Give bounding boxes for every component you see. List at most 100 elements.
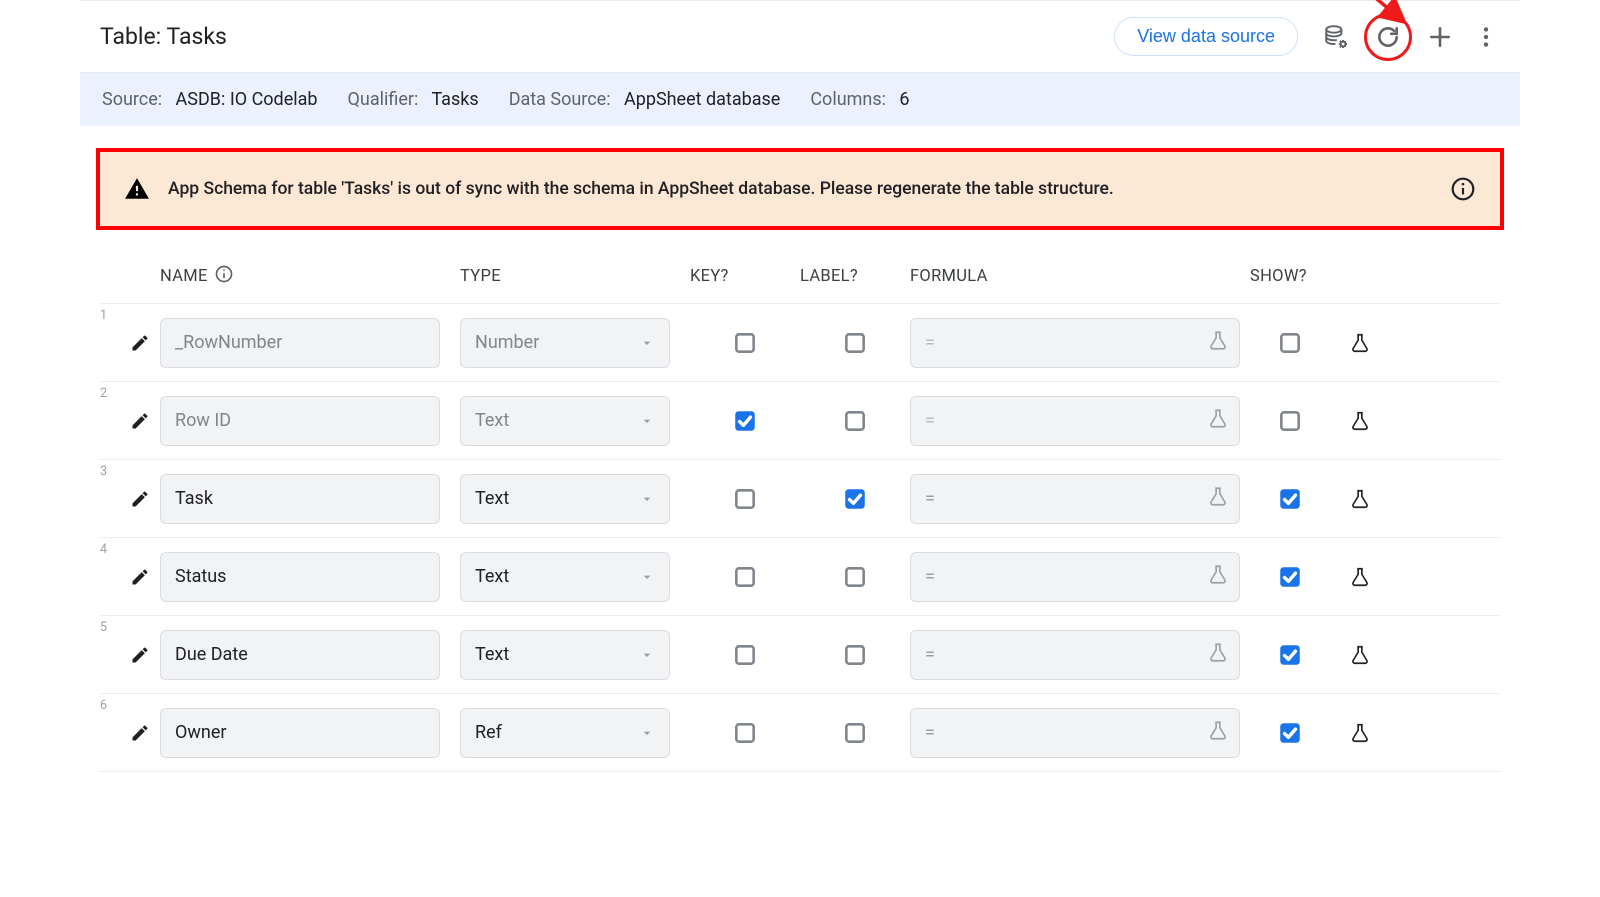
- qualifier-value: Tasks: [431, 89, 478, 110]
- formula-input[interactable]: =: [910, 318, 1240, 368]
- edit-row-button[interactable]: [120, 333, 160, 353]
- flask-icon[interactable]: [1207, 485, 1229, 512]
- key-checkbox[interactable]: [690, 642, 800, 668]
- show-flask-button[interactable]: [1330, 644, 1390, 666]
- source-label: Source:: [102, 89, 162, 110]
- table-row: 4 Status Text =: [100, 538, 1500, 616]
- formula-input[interactable]: =: [910, 630, 1240, 680]
- view-data-source-button[interactable]: View data source: [1114, 17, 1298, 56]
- edit-row-button[interactable]: [120, 723, 160, 743]
- show-flask-button[interactable]: [1330, 332, 1390, 354]
- show-flask-button[interactable]: [1330, 488, 1390, 510]
- table-info-strip: Source: ASDB: IO Codelab Qualifier: Task…: [80, 73, 1520, 126]
- columns-header-row: NAME TYPE KEY? LABEL? FORMULA SHOW?: [100, 246, 1500, 304]
- row-number: 3: [100, 464, 120, 479]
- chevron-down-icon: [639, 413, 655, 429]
- chevron-down-icon: [639, 725, 655, 741]
- edit-row-button[interactable]: [120, 645, 160, 665]
- show-flask-button[interactable]: [1330, 410, 1390, 432]
- info-icon[interactable]: [1450, 176, 1476, 202]
- chevron-down-icon: [639, 491, 655, 507]
- label-checkbox[interactable]: [800, 720, 910, 746]
- flask-icon[interactable]: [1207, 563, 1229, 590]
- header-name: NAME: [160, 267, 208, 286]
- header-key: KEY?: [690, 267, 800, 286]
- header-type: TYPE: [460, 267, 690, 286]
- flask-icon[interactable]: [1207, 719, 1229, 746]
- schema-out-of-sync-warning: App Schema for table 'Tasks' is out of s…: [96, 148, 1504, 230]
- name-help-icon[interactable]: [214, 264, 234, 289]
- label-checkbox[interactable]: [800, 330, 910, 356]
- header-show: SHOW?: [1250, 267, 1330, 286]
- show-flask-button[interactable]: [1330, 722, 1390, 744]
- key-checkbox[interactable]: [690, 408, 800, 434]
- label-checkbox[interactable]: [800, 486, 910, 512]
- refresh-highlight-circle: [1364, 13, 1412, 61]
- columns-count-value: 6: [899, 89, 909, 110]
- show-flask-button[interactable]: [1330, 566, 1390, 588]
- table-row: 5 Due Date Text =: [100, 616, 1500, 694]
- header-formula: FORMULA: [910, 267, 1250, 286]
- chevron-down-icon: [639, 647, 655, 663]
- column-type-select[interactable]: Text: [460, 474, 670, 524]
- row-number: 4: [100, 542, 120, 557]
- table-row: 6 Owner Ref =: [100, 694, 1500, 772]
- qualifier-label: Qualifier:: [348, 89, 419, 110]
- edit-row-button[interactable]: [120, 489, 160, 509]
- row-number: 6: [100, 698, 120, 713]
- label-checkbox[interactable]: [800, 564, 910, 590]
- table-row: 2 Row ID Text =: [100, 382, 1500, 460]
- add-icon[interactable]: [1426, 23, 1454, 51]
- column-type-select[interactable]: Number: [460, 318, 670, 368]
- header-label: LABEL?: [800, 267, 910, 286]
- edit-row-button[interactable]: [120, 567, 160, 587]
- table-row: 1 _RowNumber Number =: [100, 304, 1500, 382]
- formula-input[interactable]: =: [910, 474, 1240, 524]
- key-checkbox[interactable]: [690, 720, 800, 746]
- column-name-input[interactable]: _RowNumber: [160, 318, 440, 368]
- row-number: 5: [100, 620, 120, 635]
- more-vert-icon[interactable]: [1472, 23, 1500, 51]
- formula-input[interactable]: =: [910, 396, 1240, 446]
- flask-icon[interactable]: [1207, 329, 1229, 356]
- edit-row-button[interactable]: [120, 411, 160, 431]
- flask-icon[interactable]: [1207, 641, 1229, 668]
- show-checkbox[interactable]: [1250, 564, 1330, 590]
- column-name-input[interactable]: Status: [160, 552, 440, 602]
- show-checkbox[interactable]: [1250, 486, 1330, 512]
- label-checkbox[interactable]: [800, 408, 910, 434]
- warning-message: App Schema for table 'Tasks' is out of s…: [168, 179, 1432, 199]
- show-checkbox[interactable]: [1250, 720, 1330, 746]
- source-value: ASDB: IO Codelab: [176, 89, 318, 110]
- key-checkbox[interactable]: [690, 564, 800, 590]
- column-name-input[interactable]: Due Date: [160, 630, 440, 680]
- column-name-input[interactable]: Owner: [160, 708, 440, 758]
- column-type-select[interactable]: Ref: [460, 708, 670, 758]
- formula-input[interactable]: =: [910, 552, 1240, 602]
- warning-icon: [124, 176, 150, 202]
- database-settings-icon[interactable]: [1322, 23, 1350, 51]
- show-checkbox[interactable]: [1250, 330, 1330, 356]
- show-checkbox[interactable]: [1250, 642, 1330, 668]
- row-number: 1: [100, 308, 120, 323]
- chevron-down-icon: [639, 335, 655, 351]
- row-number: 2: [100, 386, 120, 401]
- flask-icon[interactable]: [1207, 407, 1229, 434]
- table-row: 3 Task Text =: [100, 460, 1500, 538]
- page-title: Table: Tasks: [100, 23, 227, 50]
- show-checkbox[interactable]: [1250, 408, 1330, 434]
- formula-input[interactable]: =: [910, 708, 1240, 758]
- column-name-input[interactable]: Task: [160, 474, 440, 524]
- column-type-select[interactable]: Text: [460, 552, 670, 602]
- key-checkbox[interactable]: [690, 486, 800, 512]
- datasource-label: Data Source:: [509, 89, 611, 110]
- chevron-down-icon: [639, 569, 655, 585]
- column-type-select[interactable]: Text: [460, 630, 670, 680]
- label-checkbox[interactable]: [800, 642, 910, 668]
- column-type-select[interactable]: Text: [460, 396, 670, 446]
- key-checkbox[interactable]: [690, 330, 800, 356]
- column-name-input[interactable]: Row ID: [160, 396, 440, 446]
- columns-count-label: Columns:: [810, 89, 886, 110]
- refresh-icon[interactable]: [1374, 23, 1402, 51]
- datasource-value: AppSheet database: [624, 89, 780, 110]
